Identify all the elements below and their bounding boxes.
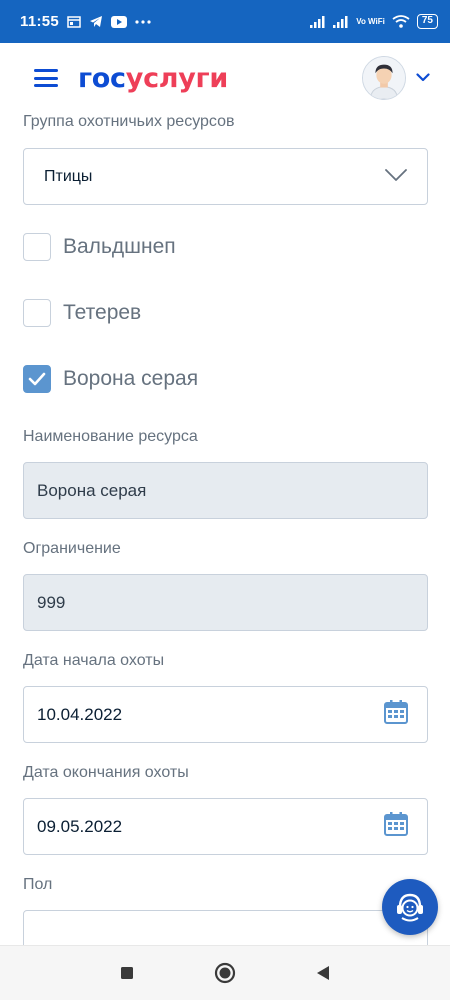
start-date-input[interactable]: 10.04.2022 — [23, 686, 428, 743]
signal-icon — [310, 15, 326, 28]
checkbox[interactable] — [23, 299, 51, 327]
group-select[interactable]: Птицы — [23, 148, 428, 205]
resource-name-value: Ворона серая — [37, 480, 147, 500]
checkbox[interactable] — [23, 233, 51, 261]
end-date-label: Дата окончания охоты — [23, 764, 189, 781]
end-date-input[interactable]: 09.05.2022 — [23, 798, 428, 855]
checkbox-label: Тетерев — [63, 301, 142, 324]
support-chat-button[interactable] — [382, 879, 438, 935]
telegram-icon — [89, 15, 103, 28]
youtube-icon — [111, 15, 128, 28]
wifi-icon — [392, 15, 410, 28]
end-date-value: 09.05.2022 — [37, 816, 123, 836]
chevron-down-icon[interactable] — [416, 69, 430, 87]
group-select-value: Птицы — [44, 167, 93, 185]
more-notifications-icon — [135, 19, 151, 24]
menu-icon[interactable] — [34, 69, 58, 87]
screen: 11:55 Vo WiFi 75 госуслуги Группа охотни… — [0, 0, 450, 1000]
support-chat-icon — [397, 893, 423, 922]
app-header: госуслуги — [0, 43, 450, 113]
checkbox-label: Вальдшнеп — [63, 235, 176, 258]
battery-indicator: 75 — [416, 14, 438, 29]
form-content: Группа охотничьих ресурсов Птицы Вальдшн… — [0, 113, 450, 945]
checkmark-icon — [28, 372, 46, 386]
gosuslugi-logo[interactable]: госуслуги — [78, 63, 228, 94]
nav-home-icon[interactable] — [211, 959, 239, 987]
avatar[interactable] — [362, 56, 406, 100]
nav-recents-icon[interactable] — [113, 959, 141, 987]
resource-name-field: Ворона серая — [23, 462, 428, 519]
android-nav-bar — [0, 945, 450, 1000]
calendar-icon[interactable] — [384, 812, 408, 841]
limit-value: 999 — [37, 592, 66, 612]
calendar-icon[interactable] — [384, 700, 408, 729]
checkbox-row-valdshnep[interactable]: Вальдшнеп — [23, 233, 176, 261]
start-date-value: 10.04.2022 — [37, 704, 123, 724]
status-time: 11:55 — [20, 13, 60, 30]
signal-icon-2 — [333, 15, 349, 28]
vowifi-label: Vo WiFi — [356, 16, 385, 26]
checkbox-checked[interactable] — [23, 365, 51, 393]
sex-label: Пол — [23, 876, 53, 893]
logo-part-gos: гос — [78, 62, 126, 94]
profile-menu[interactable] — [362, 56, 430, 100]
start-date-label: Дата начала охоты — [23, 652, 165, 669]
status-bar: 11:55 Vo WiFi 75 — [0, 0, 450, 43]
resource-name-label: Наименование ресурса — [23, 428, 198, 445]
chevron-down-icon — [385, 168, 407, 186]
checkbox-label: Ворона серая — [63, 367, 199, 390]
logo-part-uslugi: услуги — [125, 62, 229, 94]
group-label: Группа охотничьих ресурсов — [23, 113, 235, 130]
limit-field: 999 — [23, 574, 428, 631]
nav-back-icon[interactable] — [309, 959, 337, 987]
checkbox-row-teterev[interactable]: Тетерев — [23, 299, 141, 327]
limit-label: Ограничение — [23, 540, 121, 557]
sex-select[interactable] — [23, 910, 428, 945]
checkbox-row-vorona[interactable]: Ворона серая — [23, 365, 198, 393]
calendar-notification-icon — [67, 15, 81, 28]
